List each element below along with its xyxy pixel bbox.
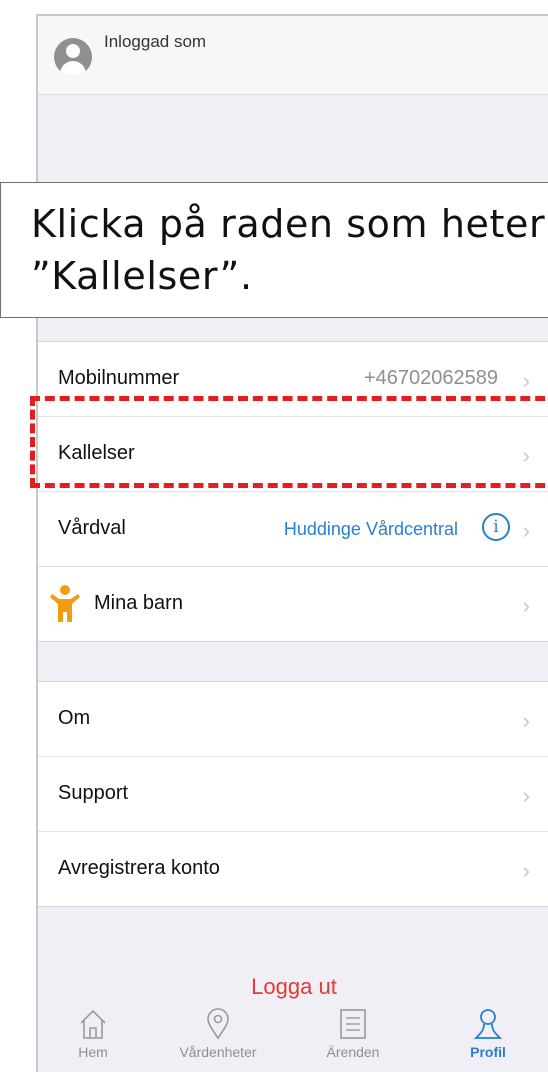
child-icon <box>50 585 80 622</box>
tab-profil[interactable]: Profil <box>433 1008 543 1060</box>
row-om[interactable]: Om › <box>38 682 548 757</box>
row-mina-barn[interactable]: Mina barn › <box>38 567 548 641</box>
list-icon <box>340 1009 366 1039</box>
tab-arenden[interactable]: Ärenden <box>298 1008 408 1060</box>
chevron-right-icon: › <box>522 858 530 883</box>
avatar-icon <box>54 38 92 76</box>
row-avregistrera[interactable]: Avregistrera konto › <box>38 832 548 906</box>
app-screen: Inloggad som Mobilnummer +46702062589 › … <box>36 14 548 1072</box>
row-label: Mina barn <box>94 592 183 614</box>
chevron-right-icon: › <box>522 593 530 618</box>
chevron-right-icon: › <box>522 368 530 393</box>
about-group: Om › Support › Avregistrera konto › <box>38 681 548 907</box>
tab-label: Vårdenheter <box>179 1044 257 1060</box>
tab-label: Ärenden <box>326 1044 380 1060</box>
tab-vardenheter[interactable]: Vårdenheter <box>163 1008 273 1060</box>
chevron-right-icon: › <box>522 518 530 543</box>
chevron-right-icon: › <box>522 783 530 808</box>
row-label: Avregistrera konto <box>58 857 220 879</box>
row-label: Vårdval <box>58 517 126 539</box>
settings-group: Mobilnummer +46702062589 › Kallelser › V… <box>38 341 548 642</box>
callout-line-2: ”Kallelser”. <box>31 254 253 298</box>
chevron-right-icon: › <box>522 708 530 733</box>
row-support[interactable]: Support › <box>38 757 548 832</box>
logout-button[interactable]: Logga ut <box>38 974 548 1000</box>
tab-label: Hem <box>78 1044 108 1060</box>
callout-line-1: Klicka på raden som heter <box>31 202 546 246</box>
tab-hem[interactable]: Hem <box>38 1008 148 1060</box>
logged-in-label: Inloggad som <box>104 32 207 51</box>
profile-header: Inloggad som <box>38 16 548 95</box>
location-pin-icon <box>207 1008 229 1040</box>
tab-bar: Hem Vårdenheter Ärenden Profil <box>38 1008 548 1072</box>
row-label: Support <box>58 782 129 804</box>
highlight-box <box>30 396 548 488</box>
instruction-callout: Klicka på raden som heter ”Kallelser”. <box>0 182 548 318</box>
home-icon <box>80 1009 106 1039</box>
person-icon <box>473 1009 503 1039</box>
row-label: Mobilnummer <box>58 367 180 389</box>
tab-label: Profil <box>470 1044 506 1060</box>
vardcentral-value: Huddinge Vårdcentral <box>283 519 458 539</box>
info-icon[interactable]: i <box>482 513 510 541</box>
row-label: Om <box>58 707 91 729</box>
row-vardval[interactable]: Vårdval Huddinge Vårdcentral i › <box>38 492 548 567</box>
phone-number-value: +46702062589 <box>363 367 498 389</box>
